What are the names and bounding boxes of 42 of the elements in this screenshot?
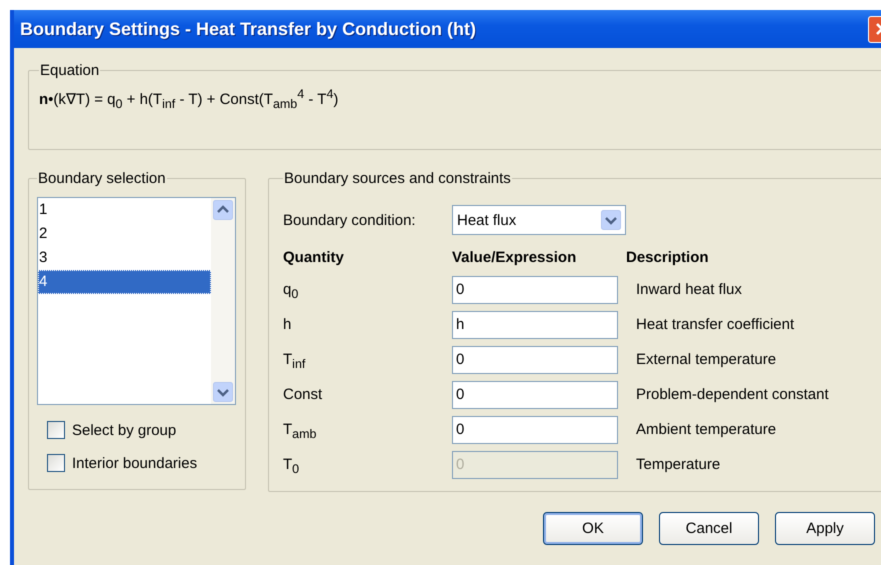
quantity-label: Const [283, 385, 324, 405]
dialog-button[interactable]: Apply [775, 512, 875, 545]
list-item[interactable]: 2 [38, 222, 211, 246]
checkbox[interactable] [47, 454, 65, 472]
group-label: Boundary sources and constraints [283, 170, 512, 187]
equation-formula: n•(k∇T) = q$_{0}$ + h(T$_{inf}$ - T) + Const(T$_{amb}$$^{4}$ - T$^{4}$) [39, 91, 338, 108]
value-field[interactable]: 0 [452, 346, 618, 374]
group-label: Boundary selection [37, 170, 167, 187]
group-label: Equation [39, 62, 100, 79]
window-title: Boundary Settings - Heat Transfer by Conduction (ht) [20, 18, 476, 40]
quantity-label: T$_{0}$ [283, 455, 300, 478]
quantity-label: q$_{0}$ [283, 280, 300, 303]
quantity-label: h [283, 315, 292, 335]
description-text: Ambient temperature [635, 421, 778, 438]
description-text: External temperature [635, 351, 778, 368]
column-header: Value/Expression [452, 249, 578, 266]
column-header: Description [626, 249, 710, 266]
description-text: Problem-dependent constant [635, 386, 830, 403]
quantity-label: T$_{inf}$ [283, 350, 306, 373]
column-header: Quantity [283, 249, 345, 266]
list-item[interactable]: 1 [38, 198, 211, 222]
value-field[interactable]: h [452, 310, 618, 338]
value-field[interactable]: 0 [452, 416, 618, 444]
dialog-button[interactable]: Cancel [659, 512, 759, 545]
scrollbar[interactable] [211, 198, 235, 404]
condition-dropdown[interactable]: Heat flux [452, 205, 626, 235]
quantity-label: T$_{amb}$ [283, 420, 318, 443]
scroll-up-icon[interactable] [213, 200, 233, 220]
list-item[interactable]: 4 [38, 270, 211, 294]
checkbox[interactable] [47, 421, 65, 439]
checkbox-label: Select by group [72, 422, 176, 438]
description-text: Inward heat flux [635, 281, 743, 298]
caret-icon [601, 210, 621, 230]
list-item[interactable]: 3 [38, 246, 211, 270]
checkbox-label: Interior boundaries [72, 454, 198, 472]
value-field[interactable]: 0 [452, 276, 618, 304]
description-text: Heat transfer coefficient [635, 316, 796, 333]
field-label: Boundary condition: [283, 212, 417, 228]
scroll-down-icon[interactable] [213, 382, 233, 402]
dialog-button[interactable]: OK [543, 512, 643, 545]
value-field[interactable]: 0 [452, 380, 618, 408]
description-text: Temperature [635, 456, 722, 473]
